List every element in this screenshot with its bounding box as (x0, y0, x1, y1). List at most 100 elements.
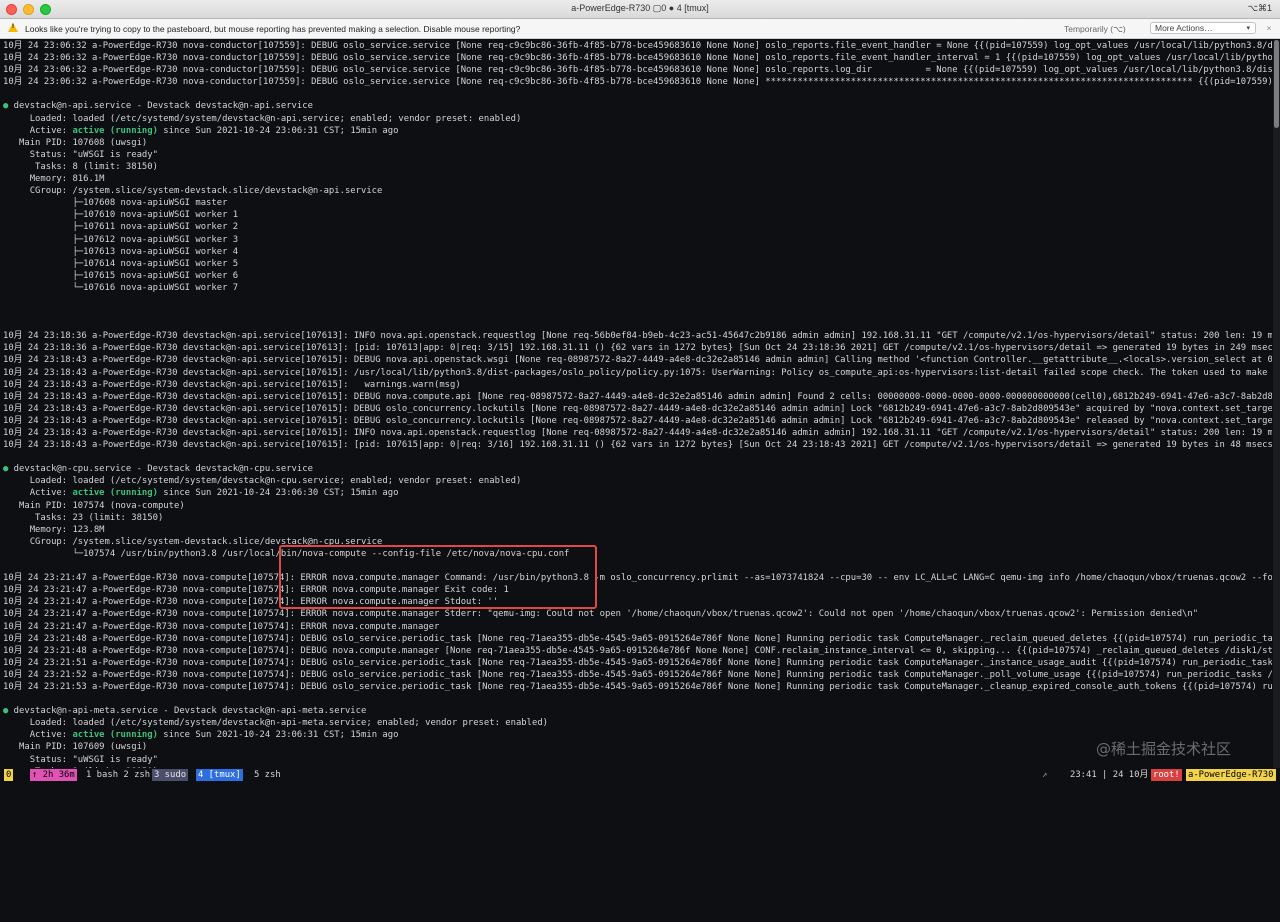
error-highlight-box (279, 545, 597, 609)
watermark-text: @稀土掘金技术社区 (1096, 740, 1232, 758)
terminal-line: CGroup: /system.slice/system-devstack.sl… (3, 186, 383, 197)
tmux-clock: 23:41 | 24 10月 (1070, 770, 1149, 780)
terminal-line: 10月 24 23:21:53 a-PowerEdge-R730 nova-co… (3, 681, 1272, 692)
terminal-line: Loaded: loaded (/etc/systemd/system/devs… (3, 718, 549, 729)
terminal-line: Active: active (running) since Sun 2021-… (0, 125, 1272, 137)
terminal-line: ├─107608 nova-apiuWSGI master (3, 198, 228, 209)
terminal-line: 10月 24 23:18:43 a-PowerEdge-R730 devstac… (3, 403, 1272, 414)
close-icon[interactable]: × (1263, 23, 1275, 34)
terminal-line: ├─107612 nova-apiuWSGI worker 3 (3, 234, 239, 245)
tmux-window-2-label[interactable]: 2 zsh (123, 770, 150, 780)
terminal-line: ● devstack@n-api-meta.service - Devstack… (0, 705, 1272, 717)
terminal-line: ├─107615 nova-apiuWSGI worker 6 (3, 270, 239, 281)
tmux-window-4-active[interactable]: 4 [tmux] (196, 769, 243, 781)
terminal-line: 10月 24 23:21:47 a-PowerEdge-R730 nova-co… (3, 573, 1272, 584)
tmux-session-index: 0 (4, 769, 14, 781)
warning-icon: ! (8, 23, 18, 32)
active-state: active (running) (72, 125, 158, 136)
terminal-line: Main PID: 107609 (uwsgi) (3, 742, 148, 753)
terminal-output[interactable]: 10月 24 23:06:32 a-PowerEdge-R730 nova-co… (0, 40, 1272, 768)
terminal-line: 10月 24 23:18:43 a-PowerEdge-R730 devstac… (3, 428, 1272, 438)
window-titlebar: a-PowerEdge-R730 ▢0 ● 4 [tmux] ⌥⌘1 (0, 0, 1280, 19)
active-state: active (running) (72, 730, 158, 741)
tmux-window-3[interactable]: 3 sudo (152, 769, 189, 781)
terminal-line: ├─107611 nova-apiuWSGI worker 2 (3, 222, 239, 233)
terminal-line: 10月 24 23:21:48 a-PowerEdge-R730 nova-co… (3, 645, 1272, 656)
terminal-line: Loaded: loaded (/etc/systemd/system/devs… (3, 476, 522, 487)
scrollbar-thumb[interactable] (1274, 40, 1279, 128)
active-label: Active: (3, 488, 73, 499)
window-title: a-PowerEdge-R730 ▢0 ● 4 [tmux] (571, 3, 709, 13)
terminal-line: 10月 24 23:18:43 a-PowerEdge-R730 devstac… (3, 379, 461, 390)
terminal-line: ├─107610 nova-apiuWSGI worker 1 (3, 210, 239, 221)
tmux-root-badge: root! (1151, 769, 1182, 781)
terminal-line: 10月 24 23:18:43 a-PowerEdge-R730 devstac… (3, 355, 1272, 366)
tmux-window-1-label: 1 bash (86, 770, 119, 780)
temporarily-button[interactable]: Temporarily (⌥) (1064, 24, 1126, 35)
terminal-line: 10月 24 23:18:36 a-PowerEdge-R730 devstac… (3, 343, 1272, 354)
terminal-line: Tasks: 8 (limit: 38150) (3, 161, 158, 172)
terminal-line: CGroup: /system.slice/system-devstack.sl… (3, 536, 383, 547)
tmux-hostname: a-PowerEdge-R730 (1186, 769, 1276, 781)
terminal-line: 10月 24 23:06:32 a-PowerEdge-R730 nova-co… (3, 53, 1272, 64)
terminal-line: 10月 24 23:21:47 a-PowerEdge-R730 nova-co… (3, 597, 499, 608)
terminal-line: 10月 24 23:21:51 a-PowerEdge-R730 nova-co… (3, 657, 1272, 668)
service-header: devstack@n-api.service - Devstack devsta… (8, 101, 313, 112)
terminal-line: Loaded: loaded (/etc/systemd/system/devs… (3, 113, 522, 124)
terminal-line: 10月 24 23:21:52 a-PowerEdge-R730 nova-co… (3, 669, 1272, 680)
terminal-line: Memory: 816.1M (3, 174, 105, 185)
terminal-line: ● devstack@n-api.service - Devstack devs… (0, 100, 1272, 112)
terminal-line: Main PID: 107574 (nova-compute) (3, 500, 185, 511)
terminal-line: Active: active (running) since Sun 2021-… (0, 487, 1272, 499)
terminal-line: ├─107613 nova-apiuWSGI worker 4 (3, 246, 239, 257)
terminal-line: 10月 24 23:18:43 a-PowerEdge-R730 devstac… (3, 391, 1272, 402)
active-since: since Sun 2021-10-24 23:06:30 CST; 15min… (157, 488, 399, 499)
terminal-line: 10月 24 23:06:32 a-PowerEdge-R730 nova-co… (3, 77, 1272, 88)
active-state: active (running) (72, 488, 158, 499)
more-actions-label: More Actions… (1155, 23, 1213, 33)
service-header: devstack@n-api-meta.service - Devstack d… (8, 706, 367, 717)
terminal-line: Active: active (running) since Sun 2021-… (0, 729, 1272, 741)
terminal-line: 10月 24 23:18:43 a-PowerEdge-R730 devstac… (3, 367, 1272, 378)
terminal-line: Tasks: 23 (limit: 38150) (3, 512, 164, 523)
banner-message: Looks like you're trying to copy to the … (25, 24, 521, 34)
terminal-line: 10月 24 23:06:32 a-PowerEdge-R730 nova-co… (3, 65, 1272, 76)
active-label: Active: (3, 730, 73, 741)
terminal-line: Status: "uWSGI is ready" (3, 754, 158, 765)
terminal-line: Main PID: 107608 (uwsgi) (3, 137, 148, 148)
tmux-window-1[interactable]: 1 bash 2 zsh (84, 769, 152, 781)
tmux-window-5[interactable]: 5 zsh (252, 769, 283, 781)
terminal-line: 10月 24 23:18:43 a-PowerEdge-R730 devstac… (3, 440, 1272, 451)
tmux-status-bar: 0 ↑ 2h 36m 1 bash 2 zsh 3 sudo 4 [tmux] … (0, 768, 1280, 784)
warning-glyph: ! (12, 24, 14, 30)
active-since: since Sun 2021-10-24 23:06:31 CST; 15min… (157, 730, 399, 741)
terminal-scrollbar[interactable] (1273, 40, 1280, 768)
terminal-line: └─107574 /usr/bin/python3.8 /usr/local/b… (3, 548, 570, 559)
terminal-line: 10月 24 23:18:36 a-PowerEdge-R730 devstac… (3, 331, 1272, 342)
active-label: Active: (3, 125, 73, 136)
terminal-line: 10月 24 23:18:43 a-PowerEdge-R730 devstac… (3, 415, 1272, 426)
terminal-line: └─107616 nova-apiuWSGI worker 7 (3, 282, 239, 293)
terminal-line: Memory: 123.8M (3, 524, 105, 535)
terminal-line: 10月 24 23:21:47 a-PowerEdge-R730 nova-co… (3, 621, 440, 632)
terminal-line: Status: "uWSGI is ready" (3, 149, 158, 160)
mouse-reporting-banner: ! Looks like you're trying to copy to th… (0, 19, 1280, 39)
arrow-icon: ↗ (1042, 770, 1048, 780)
terminal-line: 10月 24 23:21:47 a-PowerEdge-R730 nova-co… (3, 585, 509, 596)
terminal-line: 10月 24 23:21:47 a-PowerEdge-R730 nova-co… (3, 609, 1199, 620)
terminal-line: ├─107614 nova-apiuWSGI worker 5 (3, 258, 239, 269)
window-shortcut: ⌥⌘1 (1247, 3, 1272, 13)
terminal-line: 10月 24 23:21:48 a-PowerEdge-R730 nova-co… (3, 633, 1272, 644)
terminal-line: 10月 24 23:06:32 a-PowerEdge-R730 nova-co… (3, 41, 1272, 51)
service-header: devstack@n-cpu.service - Devstack devsta… (8, 464, 313, 475)
tmux-uptime: ↑ 2h 36m (30, 769, 77, 781)
more-actions-dropdown[interactable]: More Actions… ▾ (1150, 22, 1256, 34)
terminal-line: ● devstack@n-cpu.service - Devstack devs… (0, 463, 1272, 475)
